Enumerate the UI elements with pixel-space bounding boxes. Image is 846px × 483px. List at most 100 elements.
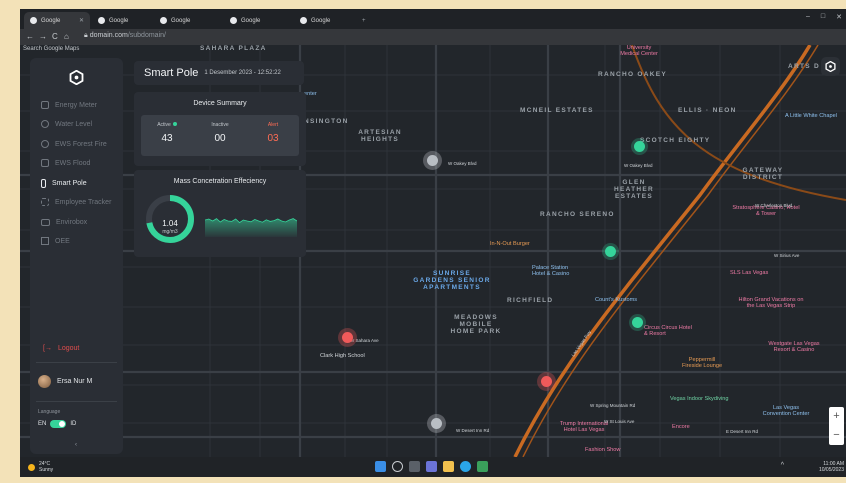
place-label[interactable]: Peppermill Fireside Lounge [680,357,724,369]
place-label[interactable]: In-N-Out Burger [490,241,530,247]
browser-tab[interactable]: Google [154,12,214,29]
minimize-button[interactable]: – [806,13,810,21]
browser-tab[interactable]: Google [224,12,284,29]
pole-marker-active[interactable] [632,317,643,328]
clock[interactable]: 11:00 AM 10/05/2023 [819,461,844,473]
sidebar-item-label: Envirobox [56,218,88,226]
search-icon[interactable] [392,461,403,472]
place-label[interactable]: Fashion Show [585,447,620,453]
gauge-value: 1.04 [162,219,178,228]
water-drop-icon [41,120,49,128]
street-label: W Charleston Blvd [755,203,793,208]
pole-marker-inactive[interactable] [431,418,442,429]
place-label[interactable]: Count's Kustoms [595,297,637,303]
browser-tab[interactable]: Google ✕ [24,12,90,29]
sidebar-item-water-level[interactable]: Water Level [41,117,92,131]
file-explorer-icon[interactable] [443,461,454,472]
sidebar-item-label: EWS Forest Fire [55,140,107,148]
pole-marker-alert[interactable] [342,332,353,343]
place-label[interactable]: Circus Circus Hotel & Resort [644,325,694,337]
grid-icon [41,237,49,245]
sidebar: Energy Meter Water Level EWS Forest Fire… [30,58,123,454]
task-view-icon[interactable] [409,461,420,472]
edge-browser-icon[interactable] [460,461,471,472]
search-maps-input[interactable]: Search Google Maps [23,46,79,52]
area-label: SCOTCH EIGHTY [640,137,711,144]
zoom-controls: + − [829,407,844,445]
language-switch[interactable]: EN ID [38,420,76,428]
street-label: W Oakey Blvd [624,163,653,168]
collapse-sidebar-icon[interactable]: ‹ [75,442,77,448]
zoom-out-button[interactable]: − [829,426,844,445]
app-logo-icon[interactable] [69,70,84,85]
logout-label: Logout [57,345,80,352]
smart-pole-icon [41,178,46,188]
desktop-screen: Google ✕ Google Google Google Google + –… [20,9,846,477]
divider [36,362,117,363]
place-label[interactable]: A Little White Chapel [785,113,837,119]
sidebar-item-smart-pole[interactable]: Smart Pole [41,176,87,190]
plus-icon: + [362,17,366,24]
sidebar-item-energy-meter[interactable]: Energy Meter [41,98,97,112]
datetime: 1 Desember 2023 - 12:52:22 [204,70,281,76]
url-path: /subdomain/ [127,32,166,39]
reload-icon[interactable]: C [52,32,58,41]
lang-id: ID [70,421,77,427]
google-favicon-icon [300,17,307,24]
pole-marker-active[interactable] [605,246,616,257]
browser-tab[interactable]: Google [294,12,354,29]
tab-label: Google [41,17,61,24]
pole-marker-alert[interactable] [541,376,552,387]
pole-marker-active[interactable] [634,141,645,152]
page-title: Smart Pole [144,67,199,79]
weather-widget[interactable]: 24°C Sunny [28,461,53,473]
place-label[interactable]: University Medical Center [618,45,660,57]
place-label[interactable]: Westgate Las Vegas Resort & Casino [764,341,824,353]
back-arrow-icon[interactable]: ← [26,32,34,41]
sidebar-item-ews-flood[interactable]: EWS Flood [41,156,90,170]
sidebar-item-oee[interactable]: OEE [41,234,70,248]
place-label[interactable]: Vegas Indoor Skydiving [670,396,728,402]
gauge-unit: mg/m3 [162,229,178,235]
browser-tab[interactable]: Google [92,12,152,29]
place-label[interactable]: Encore [672,424,690,430]
close-window-button[interactable]: ✕ [836,13,842,21]
taskbar-apps [375,461,488,472]
tray-overflow-icon[interactable]: ^ [781,462,784,469]
weather-condition: Sunny [39,467,54,473]
close-tab-icon[interactable]: ✕ [79,17,84,24]
date: 10/05/2023 [818,467,844,473]
place-label[interactable]: Palace Station Hotel & Casino [532,265,582,277]
logout-button[interactable]: [→ Logout [43,345,79,352]
pole-marker-inactive[interactable] [427,155,438,166]
sidebar-item-envirobox[interactable]: Envirobox [41,215,87,229]
place-label[interactable]: Clark High School [320,353,365,359]
street-label: E Desert Inn Rd [726,429,759,434]
place-label[interactable]: Las Vegas Convention Center [762,405,810,417]
url-field[interactable]: 🔒︎ domain.com/subdomain/ [84,32,166,40]
stat-label: Alert [267,122,279,128]
new-tab-button[interactable]: + [356,12,372,29]
lock-icon: 🔒︎ [84,32,88,39]
app-logo-button[interactable] [821,57,840,76]
panel-title: Mass Concetration Effeciency [173,178,267,185]
url-domain: domain.com [89,32,128,39]
street-label: W Spring Mountain Rd [590,403,636,408]
stat-active: Active 43 [147,122,187,144]
language-toggle[interactable] [50,420,67,428]
user-profile[interactable]: Ersa Nur M [38,375,92,388]
tracker-icon [41,198,49,206]
sidebar-item-employee-tracker[interactable]: Employee Tracker [41,195,111,209]
sidebar-item-ews-forest-fire[interactable]: EWS Forest Fire [41,137,107,151]
forward-arrow-icon[interactable]: → [39,32,47,41]
chat-icon[interactable] [426,461,437,472]
place-label[interactable]: SLS Las Vegas [730,270,768,276]
windows-start-icon[interactable] [375,461,386,472]
home-icon[interactable]: ⌂ [64,32,69,41]
maximize-button[interactable]: □ [821,13,825,21]
store-icon[interactable] [477,461,488,472]
zoom-in-button[interactable]: + [829,407,844,426]
device-stats: Active 43 Inactive 00 Alert 03 [141,115,299,156]
device-summary-panel: Device Summary Active 43 Inactive 00 Ale… [134,92,306,166]
place-label[interactable]: Hilton Grand Vacations on the Las Vegas … [735,297,807,309]
